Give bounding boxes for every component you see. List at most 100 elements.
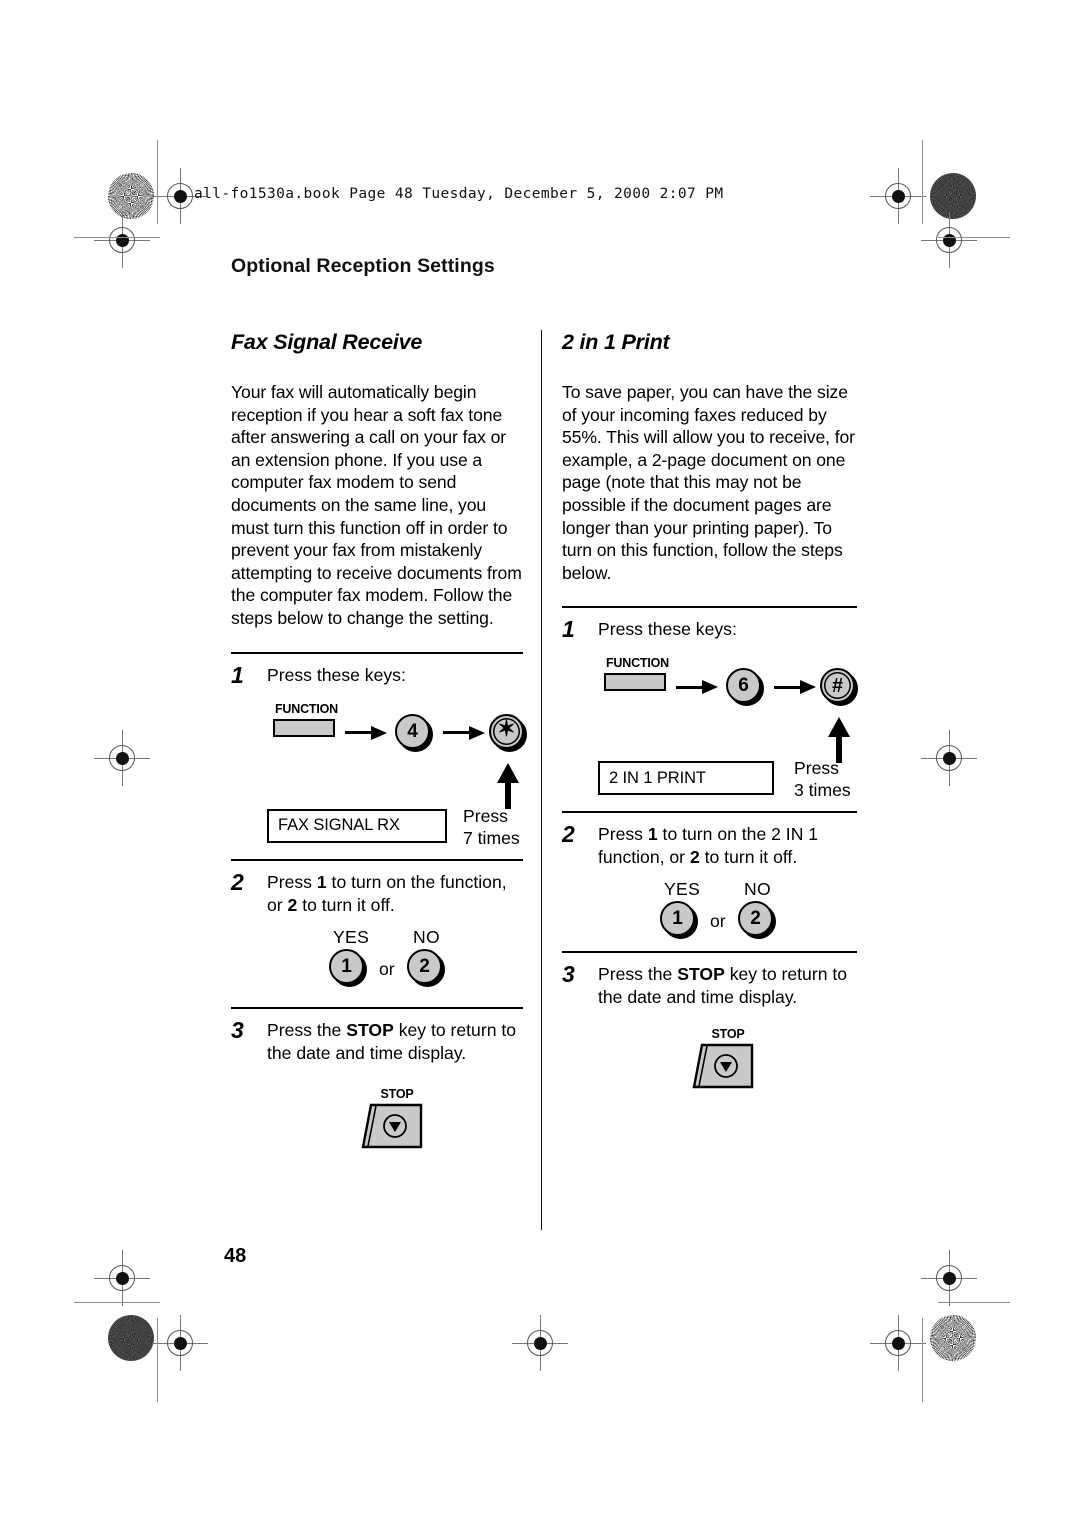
arrow-right-icon: [676, 680, 718, 695]
step-number: 2: [231, 868, 244, 895]
function-key[interactable]: FUNCTION: [273, 702, 338, 737]
trim-mark-top-right-horizontal: [938, 237, 1010, 238]
lcd-display-fax-signal-rx: FAX SIGNAL RX: [267, 808, 447, 843]
no-label: NO: [744, 879, 771, 900]
stop-key[interactable]: STOP: [359, 1071, 435, 1148]
right-yes-no-keys: YES NO 1 or 2: [598, 879, 857, 945]
function-key-body: [273, 718, 335, 737]
numeric-key-2-label: 2: [407, 948, 442, 984]
step-text-emphasis: STOP: [677, 964, 725, 985]
step-divider: [231, 858, 523, 861]
page-number: 48: [224, 1245, 247, 1267]
right-step-1: 1 Press these keys: FUNCTION 6 # 2 IN 1 …: [562, 616, 858, 801]
function-key-body: [604, 673, 666, 692]
lcd-text: 2 IN 1 PRINT: [609, 768, 706, 787]
step-number: 3: [562, 961, 575, 988]
step-text-emphasis: 2: [287, 894, 298, 915]
registration-crosshair-bottom-left: [152, 1315, 208, 1371]
yes-label: YES: [664, 879, 701, 900]
stop-key-shape: [692, 1044, 754, 1089]
step-text-emphasis: STOP: [346, 1019, 394, 1040]
page-running-head: Optional Reception Settings: [231, 255, 495, 277]
numeric-key-1-label: 1: [329, 948, 364, 984]
step-text-part: Press: [267, 871, 317, 892]
hash-key[interactable]: #: [820, 668, 858, 707]
step-instruction: Press these keys:: [598, 619, 737, 640]
left-step-1: 1 Press these keys: FUNCTION 4 ✶ FAX SIG…: [231, 661, 527, 848]
step-divider: [231, 651, 523, 654]
step-divider: [231, 1006, 523, 1009]
step-instruction: Press 1 to turn on the function, or 2 to…: [267, 872, 507, 915]
lcd-display-2-in-1-print: 2 IN 1 PRINT: [598, 761, 774, 796]
step-text-part: to turn it off.: [699, 847, 798, 868]
step-divider: [562, 811, 857, 814]
asterisk-key[interactable]: ✶: [489, 713, 527, 752]
left-step-3: 3 Press the STOP key to return to the da…: [231, 1016, 523, 1151]
registration-crosshair-top-right-lower: [921, 212, 977, 268]
step-number: 1: [231, 661, 244, 688]
right-step-2: 2 Press 1 to turn on the 2 IN 1 function…: [562, 821, 857, 945]
registration-starburst-bottom-right: [930, 1315, 976, 1361]
left-column: Fax Signal Receive Your fax will automat…: [231, 330, 527, 1151]
or-label: or: [379, 958, 395, 979]
numeric-key-1[interactable]: 1: [329, 948, 367, 987]
step-instruction: Press the STOP key to return to the date…: [598, 964, 847, 1007]
book-file-header: all-fo1530a.book Page 48 Tuesday, Decemb…: [194, 186, 724, 202]
trim-mark-bottom-left-vertical: [157, 1318, 158, 1402]
registration-crosshair-left-middle: [94, 730, 150, 786]
no-label: NO: [413, 926, 440, 947]
press-times-caption-line1: Press: [794, 758, 839, 779]
numeric-key-1[interactable]: 1: [660, 901, 698, 940]
registration-disc-bottom-left: [108, 1315, 154, 1361]
right-key-sequence: FUNCTION 6 #: [598, 655, 858, 717]
press-times-caption-line2: 7 times: [463, 827, 520, 848]
trim-mark-bottom-right-vertical: [922, 1318, 923, 1402]
step-divider: [562, 606, 857, 609]
yes-label: YES: [333, 926, 370, 947]
step-divider: [562, 951, 857, 954]
arrow-up-icon-shape: [497, 762, 519, 809]
numeric-key-4[interactable]: 4: [395, 713, 433, 752]
registration-crosshair-bottom-right-upper: [921, 1250, 977, 1306]
right-column: 2 in 1 Print To save paper, you can have…: [562, 330, 858, 1095]
stop-key[interactable]: STOP: [690, 1011, 766, 1089]
numeric-key-6[interactable]: 6: [726, 668, 764, 707]
stop-key-label: STOP: [711, 1027, 745, 1042]
registration-crosshair-bottom-right: [870, 1315, 926, 1371]
press-times-caption-line1: Press: [463, 805, 508, 826]
step-number: 3: [231, 1016, 244, 1043]
function-key[interactable]: FUNCTION: [604, 656, 669, 692]
trim-mark-bottom-right-horizontal: [938, 1302, 1010, 1303]
left-key-sequence: FUNCTION 4 ✶: [267, 701, 527, 763]
step-text-part: Press the: [598, 964, 678, 985]
section-intro-2-in-1-print: To save paper, you can have the size of …: [562, 382, 855, 583]
left-step-2: 2 Press 1 to turn on the function, or 2 …: [231, 868, 523, 993]
arrow-right-icon: [774, 680, 816, 695]
registration-crosshair-bottom-left-upper: [94, 1250, 150, 1306]
step-text-emphasis: 1: [316, 871, 327, 892]
registration-crosshair-top-right: [870, 168, 926, 224]
numeric-key-4-label: 4: [395, 713, 430, 749]
step-number: 1: [562, 616, 575, 643]
step-instruction: Press the STOP key to return to the date…: [267, 1020, 516, 1063]
section-title-fax-signal-receive: Fax Signal Receive: [231, 330, 423, 354]
arrow-right-icon: [443, 725, 485, 740]
right-step-3: 3 Press the STOP key to return to the da…: [562, 961, 857, 1095]
numeric-key-2[interactable]: 2: [738, 901, 776, 940]
step-text-part: Press the: [267, 1019, 347, 1040]
stop-key-shape: [361, 1103, 423, 1148]
trim-mark-top-left-horizontal: [74, 237, 160, 238]
arrow-right-icon: [345, 725, 387, 740]
press-times-caption-line2: 3 times: [794, 780, 851, 801]
step-number: 2: [562, 821, 575, 848]
trim-mark-right-vertical: [922, 140, 923, 224]
function-key-label: FUNCTION: [606, 656, 669, 671]
section-intro-fax-signal-receive: Your fax will automatically begin recept…: [231, 382, 522, 628]
step-instruction: Press these keys:: [267, 664, 406, 685]
or-label: or: [710, 911, 726, 932]
column-divider: [541, 330, 542, 1230]
numeric-key-2[interactable]: 2: [407, 948, 445, 987]
trim-mark-left-vertical: [157, 140, 158, 224]
step-text-part: to turn it off.: [297, 894, 395, 915]
step-text-part: Press: [598, 824, 648, 845]
